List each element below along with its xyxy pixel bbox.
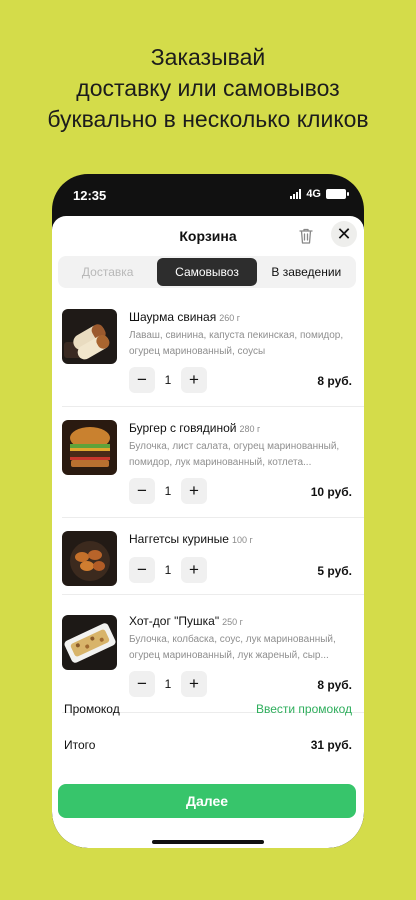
item-weight: 260 г: [219, 313, 241, 323]
status-time: 12:35: [73, 188, 107, 203]
status-bar: 12:35 4G: [52, 174, 364, 216]
item-price: 8 руб.: [317, 678, 352, 692]
increase-button[interactable]: +: [181, 671, 207, 697]
item-name: Бургер с говядиной 280 г: [129, 421, 261, 435]
tab-dine-in[interactable]: В заведении: [257, 256, 356, 288]
item-description: Лаваш, свинина, капуста пекинская, помид…: [129, 330, 344, 357]
tab-pickup[interactable]: Самовывоз: [157, 258, 257, 286]
decrease-button[interactable]: −: [129, 367, 155, 393]
battery-icon: [326, 189, 349, 199]
item-image: [62, 615, 117, 670]
item-weight: 280 г: [239, 424, 261, 434]
item-image: [62, 420, 117, 475]
item-description: Булочка, колбаска, соус, лук маринованны…: [129, 634, 336, 661]
enter-promo-link[interactable]: Ввести промокод: [256, 702, 352, 716]
item-name: Шаурма свиная 260 г: [129, 310, 241, 324]
item-price: 10 руб.: [310, 485, 352, 499]
plus-icon: +: [189, 370, 199, 389]
order-type-tabs: Доставка Самовывоз В заведении: [58, 256, 356, 288]
home-indicator: [152, 840, 264, 844]
divider: [62, 517, 364, 518]
item-image: [62, 309, 117, 364]
close-icon: ✕: [336, 223, 352, 244]
headline-line-1: Заказывай: [150, 44, 266, 70]
quantity-stepper: − 1 +: [129, 671, 207, 697]
quantity-value: 1: [164, 484, 172, 498]
minus-icon: −: [137, 370, 147, 389]
decrease-button[interactable]: −: [129, 671, 155, 697]
item-name: Хот-дог "Пушка" 250 г: [129, 614, 243, 628]
item-name: Наггетсы куриные 100 г: [129, 532, 253, 546]
status-indicators: 4G: [290, 188, 349, 200]
trash-icon[interactable]: [298, 227, 314, 245]
increase-button[interactable]: +: [181, 367, 207, 393]
divider: [62, 406, 364, 407]
minus-icon: −: [137, 481, 147, 500]
quantity-stepper: − 1 +: [129, 478, 207, 504]
minus-icon: −: [137, 674, 147, 693]
cart-header: Корзина ✕: [52, 216, 364, 256]
cart-screen: Корзина ✕ Доставка Самовывоз В заведении…: [52, 216, 364, 848]
item-image: [62, 531, 117, 586]
headline-line-2: доставку или самовывоз: [76, 75, 340, 101]
plus-icon: +: [189, 481, 199, 500]
total-label: Итого: [64, 738, 96, 752]
next-button[interactable]: Далее: [58, 784, 356, 818]
item-weight: 250 г: [222, 617, 243, 627]
quantity-value: 1: [164, 677, 172, 691]
phone-frame: 12:35 4G Корзина ✕ Доставка Самовывоз В …: [52, 174, 364, 848]
quantity-stepper: − 1 +: [129, 367, 207, 393]
quantity-value: 1: [164, 563, 172, 577]
close-button[interactable]: ✕: [331, 221, 357, 247]
increase-button[interactable]: +: [181, 478, 207, 504]
total-value: 31 руб.: [310, 738, 352, 752]
quantity-stepper: − 1 +: [129, 557, 207, 583]
promo-label: Промокод: [64, 702, 120, 716]
decrease-button[interactable]: −: [129, 557, 155, 583]
item-weight: 100 г: [231, 535, 253, 545]
plus-icon: +: [189, 674, 199, 693]
decrease-button[interactable]: −: [129, 478, 155, 504]
network-label: 4G: [306, 188, 321, 200]
item-price: 5 руб.: [317, 564, 352, 578]
plus-icon: +: [189, 560, 199, 579]
item-description: Булочка, лист салата, огурец маринованны…: [129, 441, 340, 468]
item-price: 8 руб.: [317, 374, 352, 388]
divider: [62, 594, 364, 595]
increase-button[interactable]: +: [181, 557, 207, 583]
headline-line-3: буквально в несколько кликов: [47, 106, 369, 132]
page-title: Корзина: [179, 228, 237, 244]
tab-delivery[interactable]: Доставка: [58, 256, 157, 288]
minus-icon: −: [137, 560, 147, 579]
promo-headline: Заказывай доставку или самовывоз букваль…: [0, 42, 416, 135]
quantity-value: 1: [164, 373, 172, 387]
signal-icon: [290, 189, 302, 199]
